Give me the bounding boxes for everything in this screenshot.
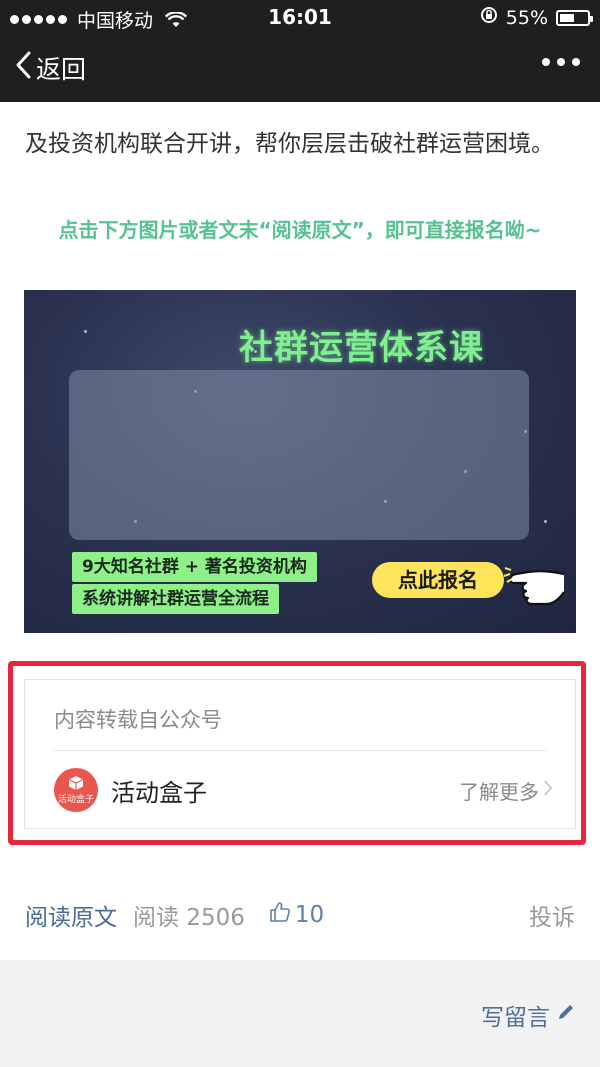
- battery-fill: [560, 13, 575, 22]
- banner-tag-1: 9大知名社群 + 著名投资机构: [72, 552, 317, 582]
- thumbs-up-icon: [269, 901, 291, 929]
- learn-more-link[interactable]: 了解更多: [459, 776, 553, 805]
- learn-more-label: 了解更多: [459, 779, 539, 804]
- article-paragraph: 及投资机构联合开讲，帮你层层击破社群运营困境。: [25, 131, 554, 157]
- top-bar: 中国移动 16:01 55% 返回: [0, 0, 600, 102]
- article-footer: 阅读原文 阅读 2506 10 投诉: [25, 895, 575, 935]
- signup-hint-text[interactable]: 点击下方图片或者文末“阅读原文”，即可直接报名呦~: [0, 214, 600, 243]
- read-count: 阅读 2506: [133, 905, 245, 931]
- banner-tag-2: 系统讲解社群运营全流程: [72, 584, 279, 614]
- chevron-left-icon: [14, 50, 32, 86]
- chevron-right-icon: [543, 778, 553, 802]
- status-right: 55%: [480, 6, 593, 29]
- back-button[interactable]: 返回: [14, 50, 86, 86]
- pencil-icon: [556, 1002, 576, 1028]
- back-label: 返回: [36, 55, 87, 84]
- write-comment-label: 写留言: [481, 1005, 550, 1031]
- banner-blurred-panel: [69, 370, 529, 540]
- signup-button[interactable]: 点此报名: [372, 562, 504, 598]
- rotation-lock-icon: [480, 6, 498, 29]
- account-avatar: 活动盒子: [54, 768, 98, 812]
- avatar-text: 活动盒子: [57, 795, 94, 805]
- read-original-link[interactable]: 阅读原文: [25, 898, 117, 932]
- source-label: 内容转载自公众号: [54, 708, 222, 732]
- battery-percent: 55%: [505, 6, 548, 29]
- like-count: 10: [294, 902, 325, 928]
- pointing-hand-icon: [502, 554, 566, 610]
- box-logo-icon: [68, 775, 84, 795]
- source-account-card: 内容转载自公众号 活动盒子 活动盒子 了解更多: [24, 679, 576, 829]
- account-name: 活动盒子: [111, 778, 207, 807]
- comment-area: 写留言: [0, 960, 600, 1067]
- write-comment-button[interactable]: 写留言: [481, 998, 576, 1032]
- battery-icon: [556, 9, 593, 26]
- navigation-bar: 返回: [0, 40, 600, 100]
- report-link[interactable]: 投诉: [529, 898, 575, 932]
- source-divider: [54, 750, 546, 751]
- banner-title: 社群运营体系课: [239, 328, 484, 368]
- source-account-row[interactable]: 活动盒子 活动盒子 了解更多: [54, 766, 553, 814]
- like-button[interactable]: 10: [269, 901, 324, 929]
- more-options-icon[interactable]: [542, 58, 580, 66]
- status-bar: 中国移动 16:01 55%: [0, 0, 600, 34]
- course-banner-image[interactable]: 社群运营体系课 9大知名社群 + 著名投资机构 系统讲解社群运营全流程 点此报名: [24, 290, 576, 633]
